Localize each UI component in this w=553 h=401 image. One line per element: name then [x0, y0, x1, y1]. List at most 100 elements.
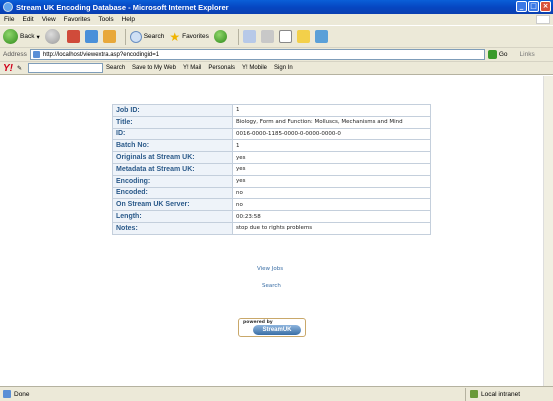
yahoo-logo[interactable]: Y! [3, 63, 13, 74]
mail-icon [242, 30, 256, 43]
address-bar: Address http://localhost/viewextra.asp?e… [0, 47, 553, 61]
row-label: Notes: [112, 221, 233, 235]
dropdown-arrow-icon: ▾ [36, 33, 40, 41]
row-label: Batch No: [112, 139, 233, 153]
status-text: Done [14, 390, 30, 398]
table-row: Title: Biology, Form and Function: Mollus… [112, 115, 431, 129]
page-icon [32, 51, 40, 58]
edit-button[interactable] [278, 30, 292, 43]
close-button[interactable]: × [540, 1, 551, 12]
personals-button[interactable]: Personals [208, 65, 235, 71]
menu-file[interactable]: File [4, 16, 14, 23]
menu-help[interactable]: Help [122, 16, 135, 23]
row-label: Encoding: [112, 174, 233, 188]
yahoo-search-button[interactable]: Search [106, 65, 125, 71]
menu-view[interactable]: View [42, 16, 56, 23]
toolbar: Back ▾ Search ★ Favorites [0, 25, 553, 47]
maximize-button[interactable]: □ [528, 1, 539, 12]
menu-favorites[interactable]: Favorites [64, 16, 91, 23]
table-row: Job ID: 1 [112, 104, 431, 117]
table-row: Metadata at Stream UK: yes [112, 162, 431, 176]
search-link[interactable]: Search [262, 283, 281, 289]
menu-bar: File Edit View Favorites Tools Help [0, 14, 553, 25]
history-icon [213, 30, 227, 43]
discuss-icon [296, 30, 310, 43]
row-value: 00:23:58 [232, 210, 431, 223]
go-arrow-icon [487, 50, 497, 59]
stop-button[interactable] [66, 30, 80, 43]
powered-by-streamuk-logo[interactable]: powered by StreamUK [238, 318, 306, 337]
row-value: stop due to rights problems [232, 221, 431, 235]
sign-in-button[interactable]: Sign In [274, 65, 293, 71]
row-label: ID: [112, 127, 233, 141]
row-value: yes [232, 174, 431, 188]
windows-logo-icon [536, 15, 550, 24]
status-bar: Done Local intranet [0, 386, 553, 401]
row-label: Metadata at Stream UK: [112, 162, 233, 176]
address-input[interactable]: http://localhost/viewextra.asp?encodingi… [29, 49, 485, 60]
forward-button[interactable] [44, 29, 62, 44]
streamuk-brand: StreamUK [253, 325, 301, 335]
table-row: On Stream UK Server: no [112, 198, 431, 212]
row-label: Length: [112, 210, 233, 223]
view-jobs-link[interactable]: View Jobs [257, 266, 283, 272]
table-row: Notes: stop due to rights problems [112, 221, 431, 235]
messenger-button[interactable] [314, 30, 328, 43]
row-value: 0016-0000-1185-0000-0-0000-0000-0 [232, 127, 431, 141]
page-content: Job ID: 1 Title: Biology, Form and Functio… [0, 76, 553, 386]
yahoo-mobile-button[interactable]: Y! Mobile [242, 65, 267, 71]
table-row: ID: 0016-0000-1185-0000-0-0000-0000-0 [112, 127, 431, 141]
star-icon: ★ [169, 29, 181, 44]
row-label: Encoded: [112, 186, 233, 200]
discuss-button[interactable] [296, 30, 310, 43]
encoding-details-table: Job ID: 1 Title: Biology, Form and Functio… [112, 104, 431, 235]
intranet-zone-icon [470, 390, 478, 398]
row-label: On Stream UK Server: [112, 198, 233, 212]
refresh-icon [84, 30, 98, 43]
row-value: no [232, 198, 431, 212]
stop-icon [66, 30, 80, 43]
menu-edit[interactable]: Edit [22, 16, 33, 23]
back-button[interactable]: Back ▾ [3, 29, 40, 44]
go-button[interactable]: Go [487, 50, 508, 59]
menu-tools[interactable]: Tools [98, 16, 113, 23]
back-arrow-icon [3, 29, 18, 44]
links-label[interactable]: Links [520, 51, 535, 58]
refresh-button[interactable] [84, 30, 98, 43]
table-row: Batch No: 1 [112, 139, 431, 153]
mail-button[interactable] [242, 30, 256, 43]
row-value: yes [232, 162, 431, 176]
table-row: Originals at Stream UK: yes [112, 151, 431, 164]
row-label: Originals at Stream UK: [112, 151, 233, 164]
yahoo-toolbar: Y! ✎ Search Save to My Web Y! Mail Perso… [0, 61, 553, 75]
yahoo-mail-button[interactable]: Y! Mail [183, 65, 201, 71]
favorites-button[interactable]: ★ Favorites [169, 30, 209, 44]
address-url: http://localhost/viewextra.asp?encodingi… [42, 51, 160, 58]
minimize-button[interactable]: _ [516, 1, 527, 12]
edit-icon [278, 30, 292, 43]
toolbar-separator [124, 28, 126, 45]
messenger-icon [314, 30, 328, 43]
print-button[interactable] [260, 30, 274, 43]
search-button[interactable]: Search [129, 30, 164, 43]
save-to-my-web-button[interactable]: Save to My Web [132, 65, 176, 71]
row-value: yes [232, 151, 431, 164]
zone-text: Local intranet [481, 390, 521, 398]
pencil-icon[interactable]: ✎ [17, 65, 22, 72]
page-done-icon [3, 390, 11, 398]
address-label: Address [3, 51, 27, 58]
history-button[interactable] [213, 30, 229, 43]
home-button[interactable] [102, 30, 116, 43]
table-row: Encoded: no [112, 186, 431, 200]
print-icon [260, 30, 274, 43]
table-row: Encoding: yes [112, 174, 431, 188]
forward-arrow-icon [44, 29, 60, 44]
go-label: Go [498, 51, 508, 58]
row-label: Title: [112, 115, 233, 129]
vertical-scrollbar[interactable] [543, 76, 553, 386]
yahoo-search-input[interactable] [28, 63, 104, 73]
window-title: Stream UK Encoding Database - Microsoft … [16, 2, 229, 12]
row-value: Biology, Form and Function: Molluscs, Me… [232, 115, 431, 129]
row-value: 1 [232, 139, 431, 153]
home-icon [102, 30, 116, 43]
